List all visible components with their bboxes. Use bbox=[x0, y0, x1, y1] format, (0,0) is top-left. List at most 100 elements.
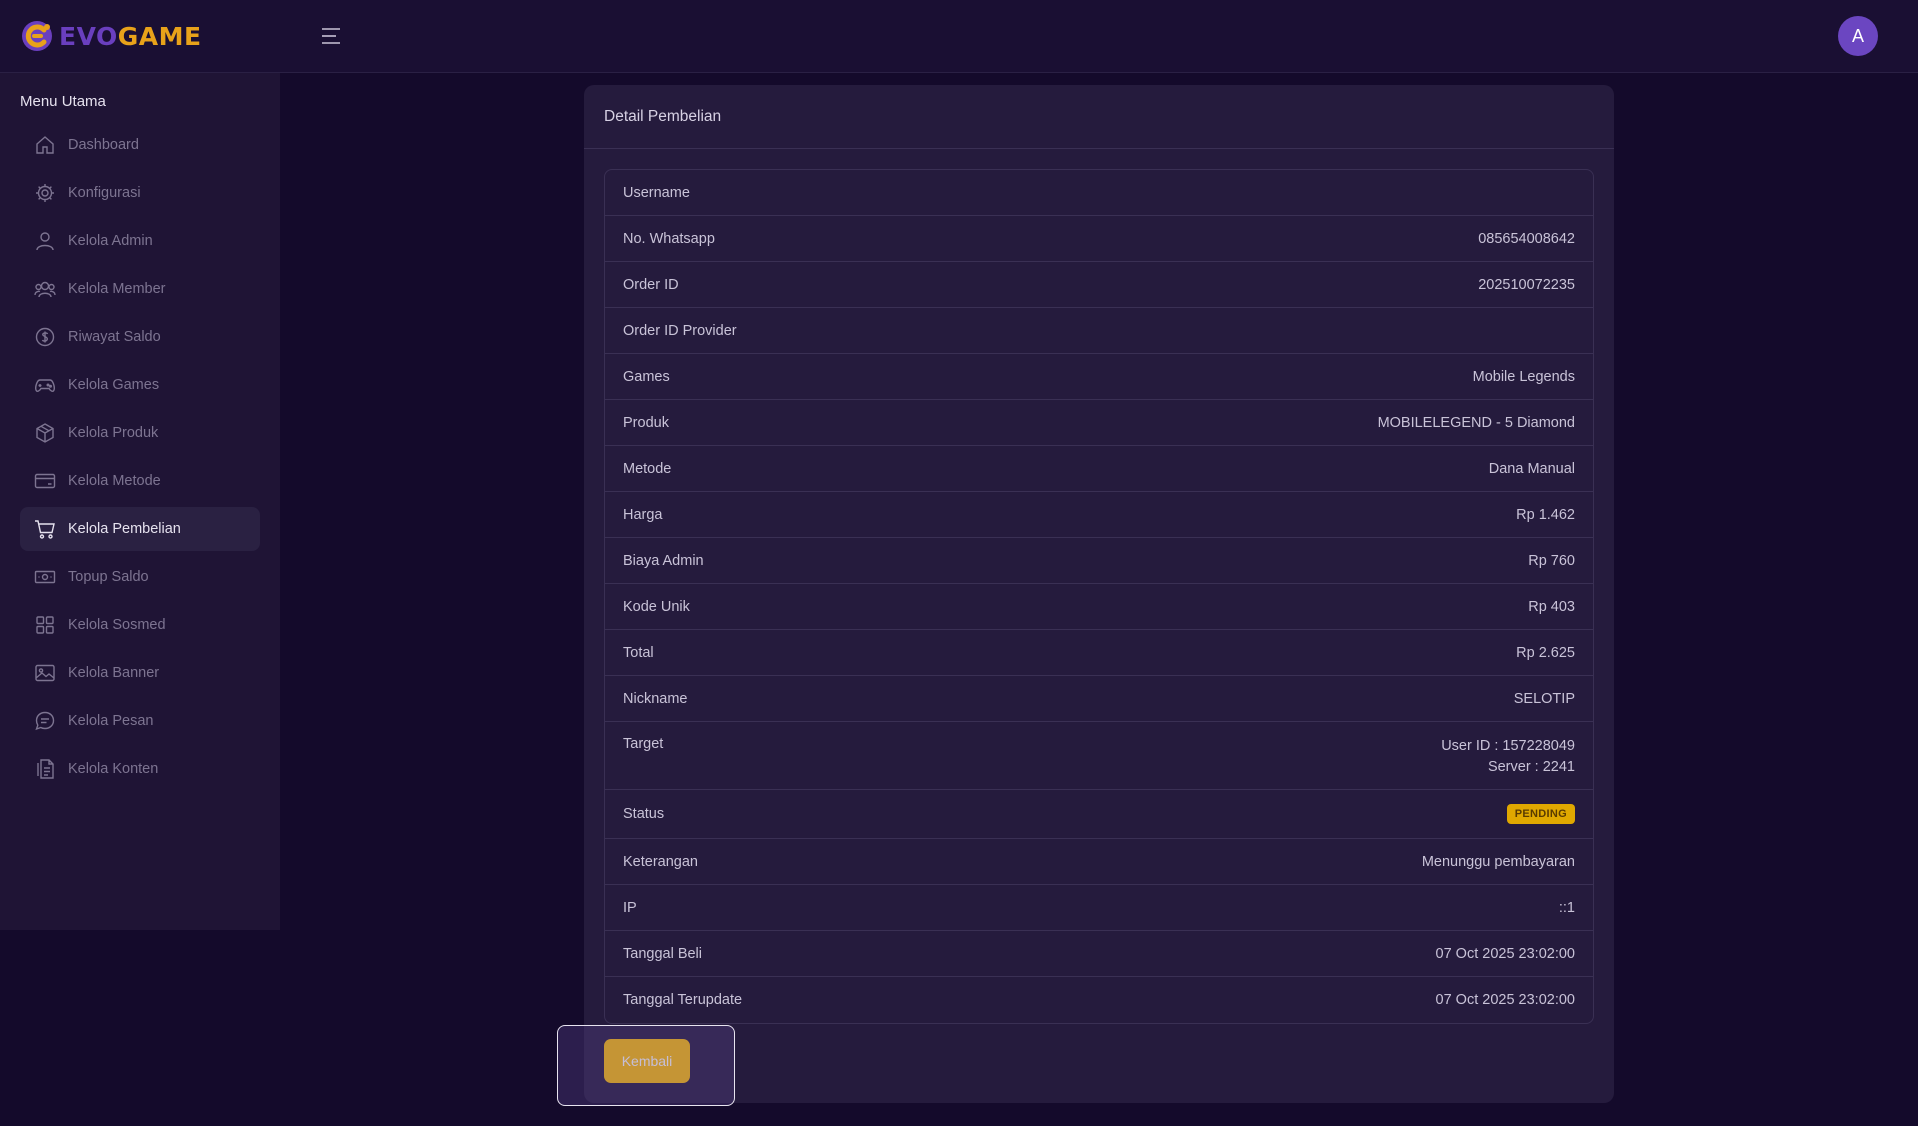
sidebar-menu: Dashboard Konfigurasi Kelola Admin Kelol… bbox=[20, 123, 260, 795]
box-icon bbox=[34, 422, 56, 444]
sidebar-item-label: Topup Saldo bbox=[68, 569, 149, 585]
table-row: Total Rp 2.625 bbox=[605, 630, 1593, 676]
table-row-target: Target User ID : 157228049 Server : 2241 bbox=[605, 722, 1593, 790]
row-value: Rp 760 bbox=[1528, 552, 1575, 569]
table-row: Order ID Provider bbox=[605, 308, 1593, 354]
sidebar-item-kelola-pembelian[interactable]: Kelola Pembelian bbox=[20, 507, 260, 551]
back-button[interactable]: Kembali bbox=[604, 1039, 690, 1083]
row-key: Order ID Provider bbox=[623, 322, 737, 339]
row-key: Harga bbox=[623, 506, 663, 523]
table-row: Tanggal Beli 07 Oct 2025 23:02:00 bbox=[605, 931, 1593, 977]
detail-card: Detail Pembelian Username No. Whatsapp 08… bbox=[584, 85, 1614, 1103]
sidebar-item-kelola-banner[interactable]: Kelola Banner bbox=[20, 651, 260, 695]
users-icon bbox=[34, 278, 56, 300]
evogame-logo-icon bbox=[22, 21, 52, 51]
row-key: Status bbox=[623, 806, 665, 822]
row-key: Tanggal Beli bbox=[623, 945, 702, 962]
table-row: Username bbox=[605, 170, 1593, 216]
row-key: Tanggal Terupdate bbox=[623, 992, 743, 1008]
table-row: Nickname SELOTIP bbox=[605, 676, 1593, 722]
row-key: Keterangan bbox=[623, 853, 698, 870]
sidebar-item-topup-saldo[interactable]: Topup Saldo bbox=[20, 555, 260, 599]
sidebar-item-label: Kelola Sosmed bbox=[68, 617, 166, 633]
target-value: User ID : 157228049 Server : 2241 bbox=[1441, 736, 1575, 778]
sidebar-item-dashboard[interactable]: Dashboard bbox=[20, 123, 260, 167]
sidebar-item-label: Konfigurasi bbox=[68, 185, 141, 201]
row-key: Target bbox=[623, 736, 664, 752]
home-icon bbox=[34, 134, 56, 156]
row-key: Nickname bbox=[623, 690, 688, 707]
table-row: Order ID 202510072235 bbox=[605, 262, 1593, 308]
sidebar-item-kelola-produk[interactable]: Kelola Produk bbox=[20, 411, 260, 455]
credit-card-icon bbox=[34, 470, 56, 492]
row-value: Mobile Legends bbox=[1472, 368, 1575, 385]
table-row: No. Whatsapp 085654008642 bbox=[605, 216, 1593, 262]
table-row: Tanggal Terupdate 07 Oct 2025 23:02:00 bbox=[605, 977, 1593, 1023]
sidebar-item-label: Kelola Pembelian bbox=[68, 521, 181, 537]
card-title: Detail Pembelian bbox=[584, 85, 1614, 149]
row-key: Total bbox=[623, 644, 654, 661]
row-key: Order ID bbox=[623, 276, 679, 293]
row-key: Username bbox=[623, 184, 690, 201]
row-value: Menunggu pembayaran bbox=[1421, 853, 1575, 870]
row-value: 07 Oct 2025 23:02:00 bbox=[1435, 945, 1575, 962]
cash-icon bbox=[34, 566, 56, 588]
table-row: IP::1 bbox=[605, 885, 1593, 931]
sidebar-item-label: Kelola Member bbox=[68, 281, 166, 297]
row-value: 085654008642 bbox=[1478, 230, 1575, 247]
row-value: 07 Oct 2025 23:02:00 bbox=[1435, 992, 1575, 1008]
target-user-id: User ID : 157228049 bbox=[1441, 738, 1575, 754]
sidebar-item-kelola-games[interactable]: Kelola Games bbox=[20, 363, 260, 407]
cart-icon bbox=[34, 518, 56, 540]
row-key: Produk bbox=[623, 414, 669, 431]
gear-icon bbox=[34, 182, 56, 204]
image-icon bbox=[34, 662, 56, 684]
sidebar-item-kelola-member[interactable]: Kelola Member bbox=[20, 267, 260, 311]
row-value: ::1 bbox=[1558, 899, 1575, 916]
chat-icon bbox=[34, 710, 56, 732]
table-row-status: Status PENDING bbox=[605, 790, 1593, 839]
sidebar-item-kelola-konten[interactable]: Kelola Konten bbox=[20, 747, 260, 791]
row-value: Rp 403 bbox=[1528, 598, 1575, 615]
sidebar-item-kelola-metode[interactable]: Kelola Metode bbox=[20, 459, 260, 503]
sidebar-item-kelola-pesan[interactable]: Kelola Pesan bbox=[20, 699, 260, 743]
sidebar-item-label: Kelola Konten bbox=[68, 761, 159, 777]
sidebar-item-riwayat-saldo[interactable]: Riwayat Saldo bbox=[20, 315, 260, 359]
sidebar-item-label: Kelola Pesan bbox=[68, 713, 154, 729]
avatar[interactable]: A bbox=[1838, 16, 1878, 56]
sidebar-item-label: Dashboard bbox=[68, 137, 139, 153]
row-value: Rp 1.462 bbox=[1516, 506, 1575, 523]
brand-name: EVOGAME bbox=[59, 22, 202, 51]
table-row: Harga Rp 1.462 bbox=[605, 492, 1593, 538]
row-value: Rp 2.625 bbox=[1516, 644, 1575, 661]
row-key: No. Whatsapp bbox=[623, 230, 715, 247]
sidebar-item-label: Riwayat Saldo bbox=[68, 329, 161, 345]
grid-icon bbox=[34, 614, 56, 636]
table-row: Kode Unik Rp 403 bbox=[605, 584, 1593, 630]
sidebar: Menu Utama Dashboard Konfigurasi Kelola … bbox=[0, 73, 280, 930]
sidebar-item-label: Kelola Metode bbox=[68, 473, 161, 489]
table-row: Produk MOBILELEGEND - 5 Diamond bbox=[605, 400, 1593, 446]
user-icon bbox=[34, 230, 56, 252]
row-value: MOBILELEGEND - 5 Diamond bbox=[1377, 414, 1575, 431]
sidebar-item-label: Kelola Games bbox=[68, 377, 160, 393]
sidebar-item-label: Kelola Produk bbox=[68, 425, 159, 441]
row-key: IP bbox=[623, 899, 637, 916]
menu-toggle-icon[interactable] bbox=[320, 25, 342, 47]
row-key: Kode Unik bbox=[623, 598, 690, 615]
table-row: Metode Dana Manual bbox=[605, 446, 1593, 492]
target-server: Server : 2241 bbox=[1487, 759, 1575, 775]
sidebar-item-kelola-sosmed[interactable]: Kelola Sosmed bbox=[20, 603, 260, 647]
top-bar: EVOGAME A bbox=[0, 0, 1918, 73]
brand-name-part2: GAME bbox=[117, 21, 202, 51]
sidebar-item-konfigurasi[interactable]: Konfigurasi bbox=[20, 171, 260, 215]
row-value: 202510072235 bbox=[1478, 276, 1575, 293]
sidebar-item-kelola-admin[interactable]: Kelola Admin bbox=[20, 219, 260, 263]
table-row: Biaya Admin Rp 760 bbox=[605, 538, 1593, 584]
logo[interactable]: EVOGAME bbox=[20, 18, 202, 54]
sidebar-item-label: Kelola Admin bbox=[68, 233, 153, 249]
table-row: Keterangan Menunggu pembayaran bbox=[605, 839, 1593, 885]
dollar-circle-icon bbox=[34, 326, 56, 348]
row-key: Metode bbox=[623, 460, 672, 477]
row-key: Biaya Admin bbox=[623, 552, 704, 569]
